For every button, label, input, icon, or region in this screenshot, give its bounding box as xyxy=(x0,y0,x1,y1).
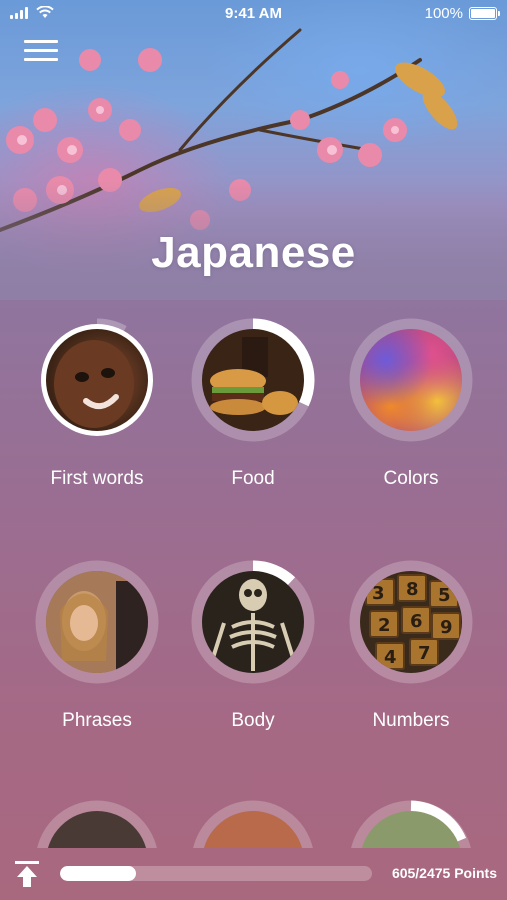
body-photo xyxy=(202,571,304,673)
hamburger-menu-icon[interactable] xyxy=(24,40,58,64)
page-title: Japanese xyxy=(151,228,356,277)
phrases-photo xyxy=(46,571,148,673)
upload-arrow-icon[interactable] xyxy=(14,860,40,888)
category-label: Numbers xyxy=(372,710,450,731)
category-phrases[interactable]: Phrases xyxy=(22,560,172,732)
svg-text:8: 8 xyxy=(406,579,419,600)
category-row-partial xyxy=(0,796,507,848)
svg-text:3: 3 xyxy=(372,583,385,604)
points-label: 605/2475 Points xyxy=(391,865,497,881)
category-label: Body xyxy=(231,710,275,731)
progress-ring xyxy=(191,560,315,684)
svg-text:7: 7 xyxy=(418,643,431,664)
svg-text:2: 2 xyxy=(378,615,391,636)
category-food[interactable]: Food xyxy=(178,318,328,490)
category-label: Phrases xyxy=(62,710,132,731)
svg-text:5: 5 xyxy=(438,585,451,606)
battery-percent: 100% xyxy=(424,5,463,22)
battery-icon xyxy=(469,7,500,20)
progress-ring: 385 269 47 xyxy=(349,560,473,684)
category-colors[interactable]: Colors xyxy=(336,318,486,490)
svg-text:4: 4 xyxy=(384,647,397,668)
svg-text:9: 9 xyxy=(440,617,453,638)
colors-photo xyxy=(360,329,462,431)
numbers-photo: 385 269 47 xyxy=(360,571,462,673)
progress-ring xyxy=(35,318,159,442)
points-progress-bar xyxy=(60,866,372,881)
category-label: First words xyxy=(50,468,144,489)
status-bar: 9:41 AM 100% xyxy=(0,0,507,28)
first-words-photo xyxy=(46,329,148,431)
points-progress-fill xyxy=(60,866,137,881)
svg-text:6: 6 xyxy=(410,611,423,632)
progress-ring xyxy=(35,560,159,684)
category-partial-3[interactable] xyxy=(349,800,473,848)
food-photo xyxy=(202,329,304,431)
category-partial-2[interactable] xyxy=(191,800,315,848)
category-numbers[interactable]: 385 269 47 Numbers xyxy=(336,560,486,732)
category-partial-1[interactable] xyxy=(35,800,159,848)
category-body[interactable]: Body xyxy=(178,560,328,732)
category-label: Food xyxy=(231,468,275,489)
progress-ring xyxy=(191,318,315,442)
category-first-words[interactable]: First words xyxy=(22,318,172,490)
progress-ring xyxy=(349,318,473,442)
bottom-bar: 605/2475 Points xyxy=(0,848,507,900)
category-label: Colors xyxy=(383,468,439,489)
